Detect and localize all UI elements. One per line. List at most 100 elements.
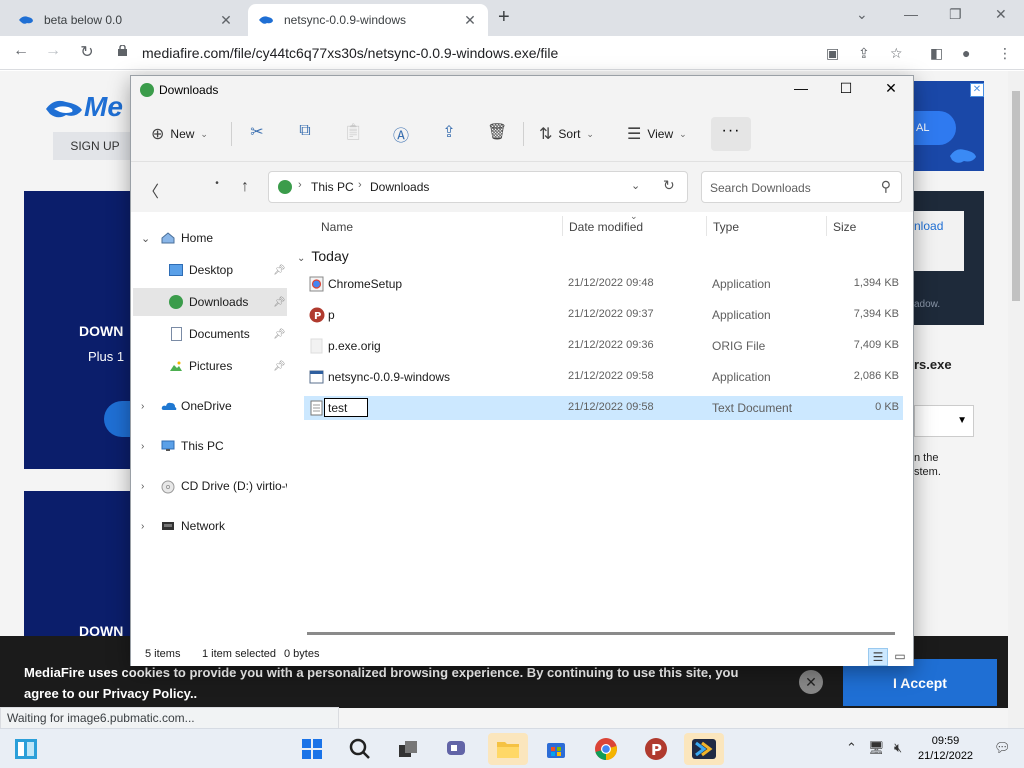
chevron-down-icon[interactable]: ⌄	[631, 179, 640, 192]
nav-item-pictures[interactable]: Pictures 📌︎	[131, 352, 287, 380]
netsync-button[interactable]	[684, 733, 724, 765]
column-divider[interactable]	[706, 216, 707, 236]
profile-avatar-icon[interactable]: ●	[962, 45, 970, 61]
chevron-down-icon[interactable]: ⌄	[297, 253, 305, 264]
network-icon	[161, 520, 175, 532]
close-icon[interactable]: ✕	[462, 12, 478, 29]
nav-item-network[interactable]: › Network	[131, 512, 287, 540]
signup-button[interactable]: SIGN UP	[53, 132, 137, 160]
breadcrumb-this-pc[interactable]: This PC	[311, 180, 354, 194]
chevron-down-icon[interactable]: ⌄	[141, 232, 150, 245]
column-header-size[interactable]: Size	[833, 220, 856, 234]
task-view-button[interactable]	[388, 733, 428, 765]
explorer-titlebar[interactable]: Downloads — ☐ ✕	[131, 76, 913, 104]
details-view-icon[interactable]: ☰	[868, 648, 888, 666]
delete-icon[interactable]: 🗑︎	[487, 122, 507, 142]
column-header-name[interactable]: Name	[321, 220, 353, 234]
refresh-icon[interactable]: ↻	[663, 177, 675, 194]
close-icon[interactable]: ✕	[879, 80, 903, 97]
tiles-view-icon[interactable]: ▭	[890, 648, 910, 666]
rename-input[interactable]: test	[324, 398, 368, 417]
chevron-right-icon[interactable]: ›	[141, 521, 144, 532]
column-header-date[interactable]: Date modified	[569, 220, 643, 234]
cookie-close-button[interactable]: ✕	[799, 670, 823, 694]
file-row-p-exe-orig[interactable]: p.exe.orig 21/12/2022 09:36 ORIG File 7,…	[304, 334, 903, 358]
nav-item-cd-drive[interactable]: › CD Drive (D:) virtio-win	[131, 472, 287, 500]
chat-button[interactable]	[436, 733, 476, 765]
view-button[interactable]: ☰ View ⌄	[627, 124, 687, 144]
up-icon[interactable]: ↑	[235, 178, 255, 196]
ad-close-icon[interactable]: ✕	[970, 83, 984, 97]
copy-icon[interactable]: ⧉	[295, 122, 315, 140]
widgets-icon[interactable]	[6, 733, 46, 765]
notifications-icon[interactable]: 💬︎	[994, 740, 1011, 756]
minimize-icon[interactable]: —	[904, 6, 918, 22]
chevron-right-icon[interactable]: ›	[141, 441, 144, 452]
popup-blocked-icon[interactable]: ▣	[826, 45, 839, 62]
close-window-icon[interactable]: ✕	[995, 6, 1007, 23]
chevron-up-icon[interactable]: ⌃	[846, 740, 857, 756]
reload-icon[interactable]: ↻	[76, 42, 98, 62]
column-header-type[interactable]: Type	[713, 220, 739, 234]
paste-icon[interactable]: 📋︎	[343, 122, 363, 142]
mirror-select[interactable]: ▼	[914, 405, 974, 437]
file-row-p[interactable]: P p 21/12/2022 09:37 Application 7,394 K…	[304, 303, 903, 327]
back-icon[interactable]: 〈	[141, 178, 161, 202]
nav-item-home[interactable]: ⌄ Home	[131, 224, 287, 252]
nav-item-this-pc[interactable]: › This PC	[131, 432, 287, 460]
file-explorer-taskbar-button[interactable]	[488, 733, 528, 765]
download-button[interactable]: nload	[914, 211, 964, 271]
chevron-right-icon[interactable]: ›	[141, 481, 144, 492]
start-button[interactable]	[292, 733, 332, 765]
store-button[interactable]	[536, 733, 576, 765]
new-tab-button[interactable]: +	[498, 6, 510, 29]
cookie-accept-button[interactable]: I Accept	[843, 659, 997, 706]
bookmark-star-icon[interactable]: ☆	[890, 45, 903, 62]
chrome-button[interactable]	[586, 733, 626, 765]
back-icon[interactable]: ←	[10, 42, 32, 60]
share-icon[interactable]: ⇪	[858, 45, 870, 62]
forward-icon[interactable]: →	[42, 42, 64, 60]
search-box[interactable]: Search Downloads ⚲	[701, 171, 902, 203]
nav-item-desktop[interactable]: Desktop 📌︎	[131, 256, 287, 284]
menu-kebab-icon[interactable]: ⋮	[998, 45, 1012, 62]
app-p-button[interactable]: P	[636, 733, 676, 765]
page-scrollbar[interactable]	[1008, 71, 1024, 728]
file-row-netsync[interactable]: netsync-0.0.9-windows 21/12/2022 09:58 A…	[304, 365, 903, 389]
nav-item-documents[interactable]: Documents 📌︎	[131, 320, 287, 348]
share-icon[interactable]: ⇪	[439, 122, 459, 142]
cut-icon[interactable]: ✂	[247, 122, 267, 142]
file-row-test[interactable]: test 21/12/2022 09:58 Text Document 0 KB	[304, 396, 903, 420]
clock[interactable]: 09:59 21/12/2022	[918, 734, 973, 764]
new-button[interactable]: ⊕ New ⌄	[151, 124, 208, 144]
tab-netsync[interactable]: netsync-0.0.9-windows ✕	[248, 4, 488, 36]
nav-item-downloads[interactable]: Downloads 📌︎	[133, 288, 287, 316]
tab-search-chevron-icon[interactable]: ⌄	[856, 6, 868, 23]
minimize-icon[interactable]: —	[789, 80, 813, 96]
horizontal-scrollbar[interactable]	[307, 632, 895, 635]
file-row-chromesetup[interactable]: ChromeSetup 21/12/2022 09:48 Application…	[304, 272, 903, 296]
nav-item-onedrive[interactable]: › OneDrive	[131, 392, 287, 420]
scroll-thumb[interactable]	[1012, 91, 1020, 301]
column-divider[interactable]	[562, 216, 563, 236]
restore-icon[interactable]: ❐	[949, 6, 962, 23]
rename-icon[interactable]: Ⓐ	[391, 122, 411, 146]
recent-locations-icon[interactable]: •	[207, 178, 227, 189]
address-bar[interactable]: mediafire.com/file/cy44tc6q77xs30s/netsy…	[108, 40, 918, 66]
documents-icon	[171, 327, 182, 341]
search-button[interactable]	[340, 733, 380, 765]
maximize-icon[interactable]: ☐	[834, 80, 858, 97]
network-status-icon[interactable]: 🖥︎	[868, 740, 885, 756]
column-divider[interactable]	[826, 216, 827, 236]
see-more-button[interactable]: ···	[711, 117, 751, 151]
address-box[interactable]: › This PC › Downloads ⌄ ↻	[268, 171, 688, 203]
tab-beta[interactable]: beta below 0.0 ✕	[8, 4, 244, 36]
sort-button[interactable]: ⇅ Sort ⌄	[539, 124, 594, 144]
mediafire-logo[interactable]: Me	[44, 91, 123, 123]
side-panel-icon[interactable]: ◧	[930, 45, 943, 62]
chevron-right-icon[interactable]: ›	[141, 401, 144, 412]
breadcrumb-downloads[interactable]: Downloads	[370, 180, 429, 194]
close-icon[interactable]: ✕	[218, 12, 234, 29]
speaker-muted-icon[interactable]: 🔇︎	[894, 740, 902, 756]
group-header-today[interactable]: ⌄ Today	[297, 248, 349, 264]
